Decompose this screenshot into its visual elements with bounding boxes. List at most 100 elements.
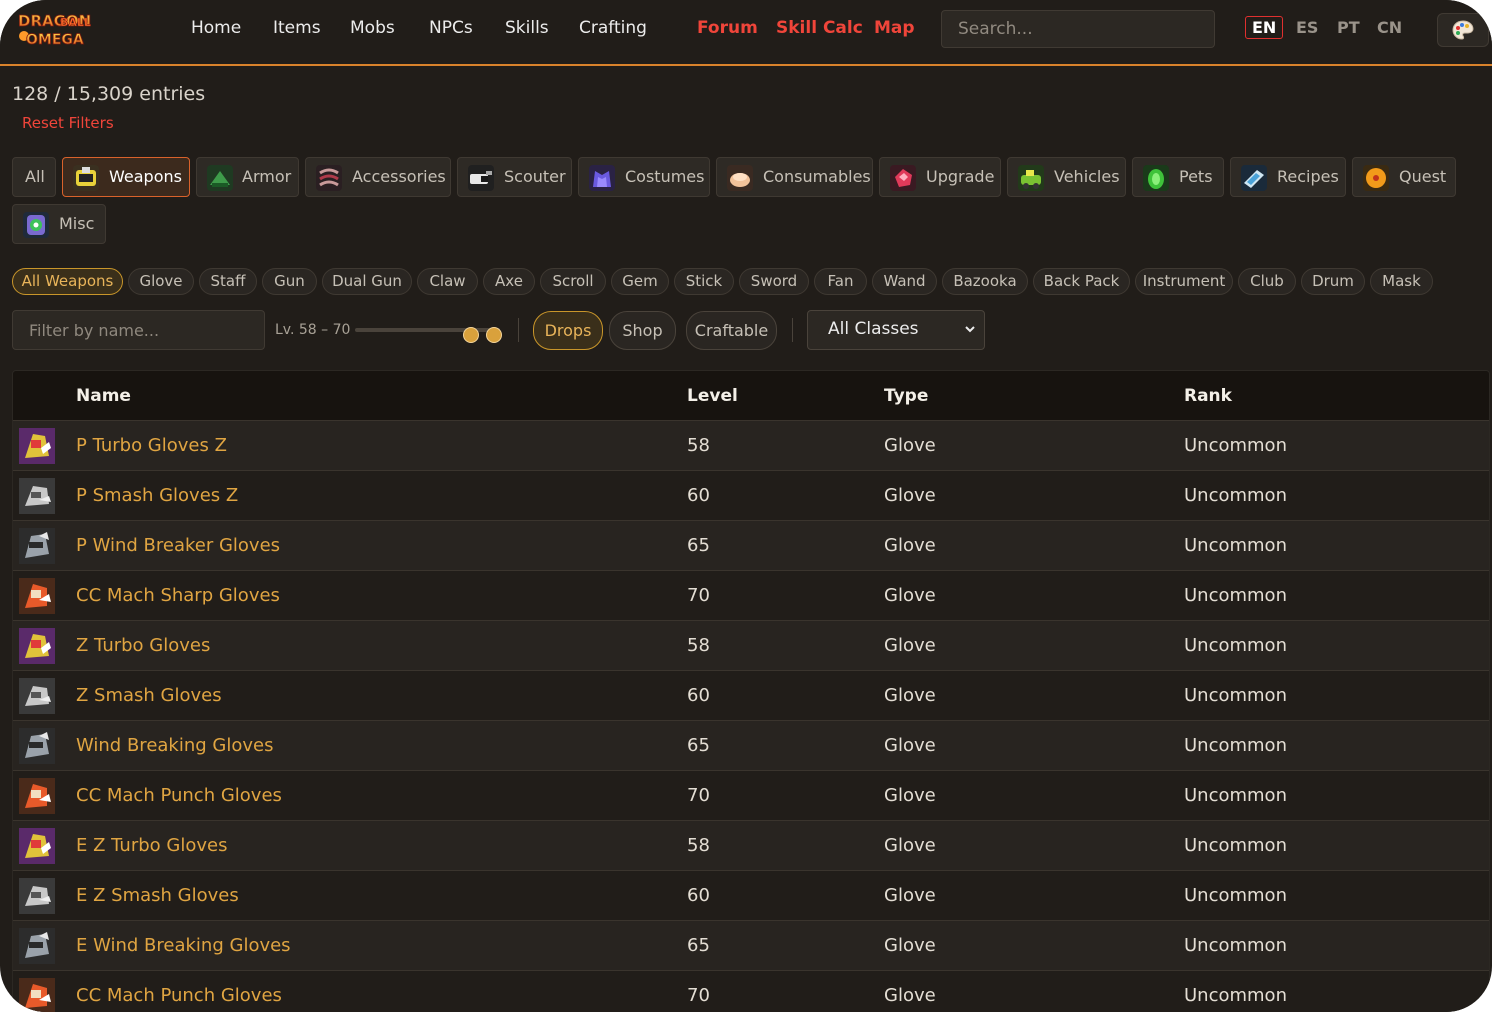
shop-toggle[interactable]: Shop <box>609 311 676 350</box>
nav-skill-calc[interactable]: Skill Calc <box>776 18 863 38</box>
table-row[interactable]: P Smash Gloves Z 60 Glove Uncommon <box>13 471 1489 521</box>
item-name-link[interactable]: Z Smash Gloves <box>76 685 222 706</box>
category-vehicles[interactable]: Vehicles <box>1007 157 1126 197</box>
item-level: 60 <box>687 485 710 506</box>
item-name-link[interactable]: E Z Smash Gloves <box>76 885 239 906</box>
table-row[interactable]: P Turbo Gloves Z 58 Glove Uncommon <box>13 421 1489 471</box>
table-row[interactable]: E Z Turbo Gloves 58 Glove Uncommon <box>13 821 1489 871</box>
nav-map[interactable]: Map <box>874 18 915 38</box>
subtype-dual-gun[interactable]: Dual Gun <box>322 268 412 295</box>
subtype-claw[interactable]: Claw <box>417 268 478 295</box>
category-weapons[interactable]: Weapons <box>62 157 190 197</box>
item-name-link[interactable]: P Wind Breaker Gloves <box>76 535 280 556</box>
nav-crafting[interactable]: Crafting <box>579 18 647 38</box>
nav-forum[interactable]: Forum <box>697 18 758 38</box>
nav-npcs[interactable]: NPCs <box>429 18 473 38</box>
item-name-link[interactable]: CC Mach Punch Gloves <box>76 985 282 1006</box>
subtype-sword[interactable]: Sword <box>739 268 809 295</box>
subtype-scroll[interactable]: Scroll <box>540 268 606 295</box>
table-row[interactable]: Wind Breaking Gloves 65 Glove Uncommon <box>13 721 1489 771</box>
name-filter-input[interactable] <box>12 310 265 350</box>
search-input[interactable] <box>941 10 1215 48</box>
nav-items[interactable]: Items <box>273 18 321 38</box>
subtype-staff[interactable]: Staff <box>199 268 257 295</box>
lang-pt[interactable]: PT <box>1337 18 1360 37</box>
nav-skills[interactable]: Skills <box>505 18 549 38</box>
item-name-link[interactable]: CC Mach Punch Gloves <box>76 785 282 806</box>
table-row[interactable]: CC Mach Punch Gloves 70 Glove Uncommon <box>13 971 1489 1012</box>
category-consumables[interactable]: Consumables <box>716 157 873 197</box>
subtype-instrument[interactable]: Instrument <box>1135 268 1233 295</box>
item-type: Glove <box>884 735 936 756</box>
item-name-link[interactable]: CC Mach Sharp Gloves <box>76 585 280 606</box>
category-costumes[interactable]: Costumes <box>578 157 710 197</box>
top-navigation: DRAGON BALL OMEGA Home Items Mobs NPCs S… <box>0 0 1492 66</box>
level-slider-min-handle[interactable] <box>463 327 479 343</box>
reset-filters-link[interactable]: Reset Filters <box>22 114 114 132</box>
nav-mobs[interactable]: Mobs <box>350 18 395 38</box>
table-row[interactable]: E Z Smash Gloves 60 Glove Uncommon <box>13 871 1489 921</box>
column-level-header[interactable]: Level <box>687 386 738 406</box>
subtype-glove[interactable]: Glove <box>128 268 194 295</box>
level-slider-max-handle[interactable] <box>486 327 502 343</box>
category-accessories[interactable]: Accessories <box>305 157 451 197</box>
lang-en[interactable]: EN <box>1245 16 1284 39</box>
class-select-value: All Classes <box>828 319 919 339</box>
category-all[interactable]: All <box>12 157 56 197</box>
item-level: 60 <box>687 885 710 906</box>
subtype-back-pack[interactable]: Back Pack <box>1033 268 1130 295</box>
item-name-link[interactable]: Wind Breaking Gloves <box>76 735 273 756</box>
subtype-drum[interactable]: Drum <box>1301 268 1365 295</box>
column-type-header[interactable]: Type <box>884 386 928 406</box>
item-rank: Uncommon <box>1184 485 1287 506</box>
lang-cn[interactable]: CN <box>1377 18 1402 37</box>
table-row[interactable]: P Wind Breaker Gloves 65 Glove Uncommon <box>13 521 1489 571</box>
item-name-link[interactable]: P Turbo Gloves Z <box>76 435 227 456</box>
category-misc[interactable]: Misc <box>12 204 106 244</box>
theme-button[interactable] <box>1437 13 1489 47</box>
turbo-glove-icon <box>19 428 55 464</box>
table-row[interactable]: CC Mach Punch Gloves 70 Glove Uncommon <box>13 771 1489 821</box>
table-row[interactable]: Z Smash Gloves 60 Glove Uncommon <box>13 671 1489 721</box>
recipes-icon <box>1241 165 1267 191</box>
subtype-mask[interactable]: Mask <box>1370 268 1433 295</box>
category-label: All <box>25 167 45 186</box>
column-rank-header[interactable]: Rank <box>1184 386 1232 406</box>
subtype-axe[interactable]: Axe <box>483 268 535 295</box>
table-row[interactable]: E Wind Breaking Gloves 65 Glove Uncommon <box>13 921 1489 971</box>
lang-es[interactable]: ES <box>1296 18 1318 37</box>
item-type: Glove <box>884 435 936 456</box>
nav-home[interactable]: Home <box>191 18 241 38</box>
category-recipes[interactable]: Recipes <box>1230 157 1346 197</box>
class-select[interactable]: All Classes <box>807 310 985 350</box>
subtype-club[interactable]: Club <box>1238 268 1296 295</box>
category-quest[interactable]: Quest <box>1352 157 1456 197</box>
category-pets[interactable]: Pets <box>1132 157 1224 197</box>
category-scouter[interactable]: Scouter <box>457 157 572 197</box>
subtype-all-weapons[interactable]: All Weapons <box>12 268 123 295</box>
category-armor[interactable]: Armor <box>196 157 299 197</box>
subtype-gun[interactable]: Gun <box>262 268 317 295</box>
craftable-toggle[interactable]: Craftable <box>686 311 777 350</box>
item-name-link[interactable]: E Z Turbo Gloves <box>76 835 227 856</box>
subtype-wand[interactable]: Wand <box>872 268 937 295</box>
subtype-bazooka[interactable]: Bazooka <box>942 268 1028 295</box>
smash-glove-icon <box>19 878 55 914</box>
costumes-icon <box>589 165 615 191</box>
item-level: 70 <box>687 585 710 606</box>
item-level: 58 <box>687 635 710 656</box>
item-name-link[interactable]: P Smash Gloves Z <box>76 485 238 506</box>
item-name-link[interactable]: E Wind Breaking Gloves <box>76 935 291 956</box>
table-row[interactable]: CC Mach Sharp Gloves 70 Glove Uncommon <box>13 571 1489 621</box>
item-rank: Uncommon <box>1184 435 1287 456</box>
item-name-link[interactable]: Z Turbo Gloves <box>76 635 210 656</box>
consumables-icon <box>727 165 753 191</box>
table-row[interactable]: Z Turbo Gloves 58 Glove Uncommon <box>13 621 1489 671</box>
column-name-header[interactable]: Name <box>76 386 131 406</box>
site-logo[interactable]: DRAGON BALL OMEGA <box>16 8 96 49</box>
category-upgrade[interactable]: Upgrade <box>879 157 1001 197</box>
subtype-stick[interactable]: Stick <box>674 268 734 295</box>
drops-toggle[interactable]: Drops <box>533 311 603 350</box>
subtype-fan[interactable]: Fan <box>814 268 867 295</box>
subtype-gem[interactable]: Gem <box>611 268 669 295</box>
